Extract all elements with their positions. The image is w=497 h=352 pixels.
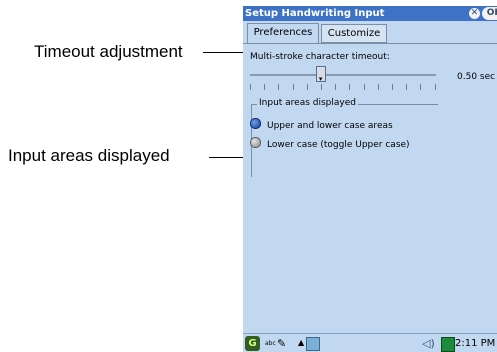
slider-tick <box>321 84 322 90</box>
device-screen: Setup Handwriting Input ✕ OK Preferences… <box>243 6 497 352</box>
timeout-slider-track[interactable] <box>250 74 436 76</box>
timeout-callout-label: Timeout adjustment <box>34 42 183 61</box>
radio-option-label: Lower case (toggle Upper case) <box>267 140 410 150</box>
radio-unselected-icon[interactable] <box>250 137 261 148</box>
timeout-label: Multi-stroke character timeout: <box>250 52 390 62</box>
slider-tick <box>392 84 393 90</box>
slider-tick <box>292 84 294 90</box>
clock[interactable]: 2:11 PM <box>455 338 495 349</box>
slider-tick <box>434 84 436 90</box>
window-title: Setup Handwriting Input <box>245 8 385 19</box>
slider-tick <box>406 84 408 90</box>
slider-tick <box>377 84 379 90</box>
slider-tick <box>349 84 351 90</box>
speaker-icon[interactable]: ◁) <box>422 337 435 350</box>
title-bar: Setup Handwriting Input ✕ OK <box>243 6 497 21</box>
keyboard-icon[interactable] <box>306 337 320 351</box>
timeout-value: 0.50 sec <box>457 72 496 82</box>
slider-tick <box>306 84 308 90</box>
slider-tick <box>363 84 365 90</box>
ok-button[interactable]: OK <box>482 7 497 20</box>
input-method-label[interactable]: abc <box>265 340 276 347</box>
slider-tick <box>278 84 280 90</box>
input-areas-callout-label: Input areas displayed <box>8 146 170 165</box>
battery-icon[interactable] <box>441 337 455 352</box>
slider-tick <box>250 84 251 90</box>
pen-icon[interactable]: ✎ <box>277 337 286 350</box>
radio-option-label: Upper and lower case areas <box>267 121 393 131</box>
tab-customize[interactable]: Customize <box>321 24 387 43</box>
radio-selected-icon[interactable] <box>250 118 261 129</box>
tab-preferences[interactable]: Preferences <box>247 23 319 43</box>
input-areas-group-title: Input areas displayed <box>257 98 358 108</box>
tab-strip: Preferences Customize <box>243 21 497 43</box>
radio-option-upper-lower[interactable]: Upper and lower case areas <box>250 118 393 131</box>
timeout-slider-ticks <box>250 84 436 90</box>
slider-tick <box>264 84 266 90</box>
slider-tick <box>420 84 422 90</box>
start-menu-icon[interactable]: G <box>245 336 260 351</box>
taskbar: G abc ✎ ▲ ◁) 2:11 PM <box>243 333 497 352</box>
timeout-slider-thumb[interactable]: ▾ <box>315 66 326 83</box>
tab-divider <box>243 43 497 44</box>
radio-option-lower-case[interactable]: Lower case (toggle Upper case) <box>250 137 410 150</box>
up-arrow-icon[interactable]: ▲ <box>298 338 304 347</box>
slider-tick <box>335 84 337 90</box>
close-button[interactable]: ✕ <box>469 8 480 19</box>
